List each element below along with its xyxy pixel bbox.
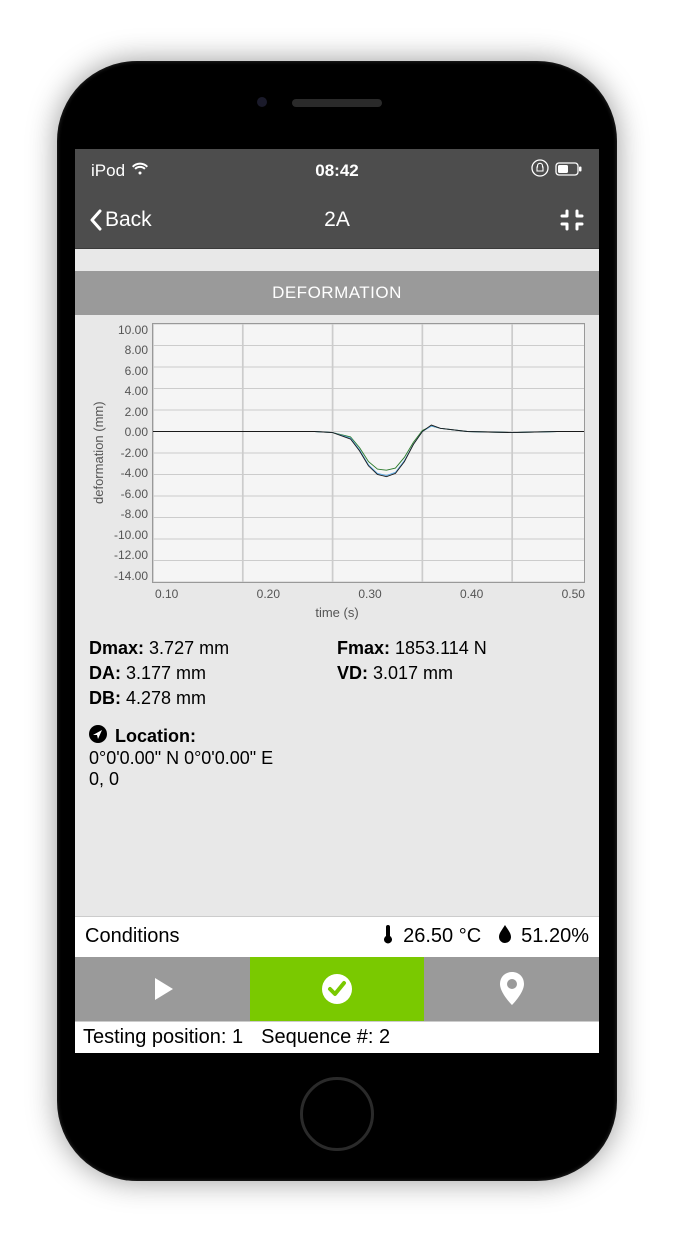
status-bar: iPod 08:42	[75, 149, 599, 193]
chart-area: deformation (mm) 10.008.006.004.002.000.…	[75, 315, 599, 628]
play-button[interactable]	[75, 957, 250, 1021]
exit-fullscreen-button[interactable]	[559, 207, 585, 233]
conditions-label: Conditions	[85, 925, 373, 948]
wifi-icon	[131, 161, 149, 181]
x-axis-label: time (s)	[89, 605, 585, 628]
metric-dmax: Dmax: 3.727 mm	[89, 638, 337, 659]
clock: 08:42	[315, 161, 358, 181]
location-arrow-icon	[89, 725, 107, 748]
footer-row: Testing position: 1 Sequence #: 2	[75, 1021, 599, 1053]
spacer	[75, 249, 599, 271]
metrics-grid: Dmax: 3.727 mm Fmax: 1853.114 N DA: 3.17…	[75, 628, 599, 719]
check-circle-icon	[320, 972, 354, 1006]
chart-svg	[153, 324, 584, 582]
droplet-icon	[497, 924, 513, 950]
section-header: DEFORMATION	[75, 271, 599, 315]
confirm-button[interactable]	[250, 957, 425, 1021]
location-coords: 0°0'0.00" N 0°0'0.00" E	[89, 748, 585, 769]
phone-camera	[257, 97, 267, 107]
battery-icon	[555, 161, 583, 181]
back-label: Back	[105, 208, 152, 232]
y-axis-ticks: 10.008.006.004.002.000.00-2.00-4.00-6.00…	[106, 323, 152, 583]
collapse-icon	[559, 207, 585, 233]
metric-db: DB: 4.278 mm	[89, 688, 337, 709]
add-location-button[interactable]	[424, 957, 599, 1021]
location-label: Location:	[115, 726, 196, 747]
nav-bar: Back 2A	[75, 193, 599, 249]
back-button[interactable]: Back	[89, 208, 152, 232]
phone-frame: iPod 08:42	[57, 61, 617, 1181]
page-title: 2A	[324, 208, 350, 232]
chevron-left-icon	[89, 209, 103, 231]
conditions-bar: Conditions 26.50 °C 51.20%	[75, 916, 599, 957]
device-label: iPod	[91, 161, 125, 181]
metric-vd: VD: 3.017 mm	[337, 663, 585, 684]
temperature-value: 26.50 °C	[403, 925, 481, 948]
testing-position: Testing position: 1	[83, 1026, 243, 1049]
sequence-number: Sequence #: 2	[261, 1026, 390, 1049]
thermometer-icon	[381, 923, 395, 951]
home-button[interactable]	[300, 1077, 374, 1151]
action-bar	[75, 957, 599, 1021]
pin-plus-icon	[497, 971, 527, 1007]
screen: iPod 08:42	[75, 149, 599, 1053]
metric-da: DA: 3.177 mm	[89, 663, 337, 684]
chart-plot[interactable]	[152, 323, 585, 583]
content-area: deformation (mm) 10.008.006.004.002.000.…	[75, 315, 599, 916]
humidity-value: 51.20%	[521, 925, 589, 948]
x-axis-ticks: 0.100.200.300.400.50	[155, 583, 585, 605]
phone-speaker	[292, 99, 382, 107]
location-xy: 0, 0	[89, 769, 585, 790]
location-block: Location: 0°0'0.00" N 0°0'0.00" E 0, 0	[75, 719, 599, 804]
y-axis-label: deformation (mm)	[89, 323, 106, 583]
play-icon	[147, 974, 177, 1004]
orientation-lock-icon	[531, 159, 549, 182]
phone-inner: iPod 08:42	[75, 79, 599, 1163]
metric-fmax: Fmax: 1853.114 N	[337, 638, 585, 659]
